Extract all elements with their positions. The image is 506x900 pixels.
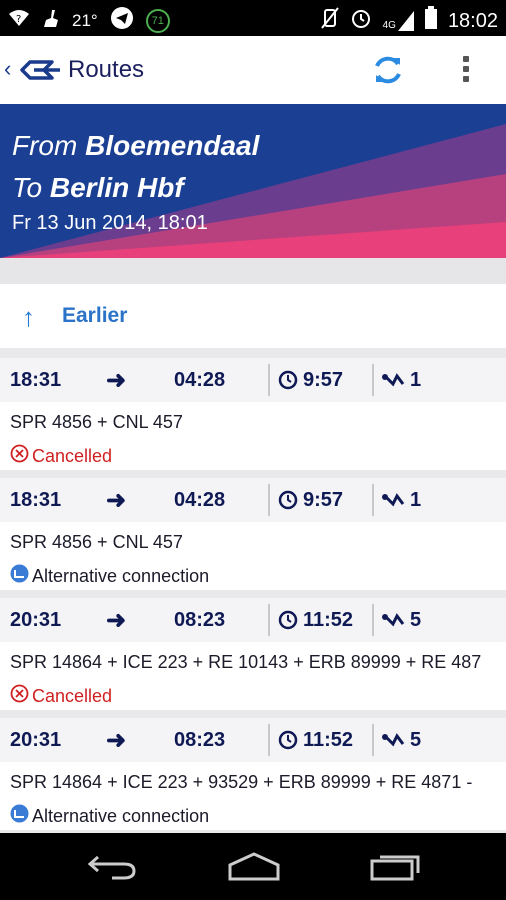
arrow-up-icon: ↑	[22, 302, 35, 332]
to-prefix: To	[12, 172, 50, 203]
page-title: Routes	[68, 56, 145, 83]
route-header: From Bloemendaal To Berlin Hbf Fr 13 Jun…	[0, 104, 506, 258]
earlier-label: Earlier	[62, 304, 128, 327]
from-station: Bloemendaal	[85, 130, 260, 161]
from-line: From Bloemendaal	[12, 130, 259, 162]
clock-icon	[278, 490, 298, 515]
cleaning-icon	[42, 8, 60, 33]
to-station: Berlin Hbf	[49, 172, 184, 203]
status-text: Cancelled	[32, 445, 113, 466]
arrow-right-icon: ➜	[106, 487, 127, 514]
network-label: 4G	[382, 20, 396, 31]
divider	[268, 724, 270, 756]
alarm-icon	[349, 6, 373, 36]
wifi-question-icon: ?	[8, 8, 30, 33]
arrival-time: 08:23	[174, 729, 226, 751]
changes-count: 5	[410, 609, 422, 631]
battery-icon	[424, 6, 438, 36]
home-icon[interactable]	[226, 851, 282, 886]
clock-icon	[278, 370, 298, 395]
route-card[interactable]: 20:31 ➜ 08:23 11:52 5 SPR 14864 + ICE 22…	[0, 598, 506, 710]
recent-apps-icon[interactable]	[370, 851, 422, 886]
arrival-time: 04:28	[174, 369, 226, 391]
changes-count: 5	[410, 729, 422, 751]
refresh-icon[interactable]	[370, 52, 406, 93]
earlier-button[interactable]: ↑ Earlier	[0, 284, 506, 348]
route-card[interactable]: 20:31 ➜ 08:23 11:52 5 SPR 14864 + ICE 22…	[0, 718, 506, 830]
alternative-icon	[10, 804, 29, 828]
svg-text:?: ?	[16, 14, 21, 25]
arrival-time: 04:28	[174, 489, 226, 511]
alternative-icon	[10, 564, 29, 588]
route-status: Cancelled	[10, 444, 112, 468]
arrow-right-icon: ➜	[106, 727, 127, 754]
divider	[268, 604, 270, 636]
temperature-text: 21°	[72, 10, 98, 30]
status-text: Alternative connection	[32, 565, 210, 586]
transfer-icon	[381, 612, 405, 633]
changes-count: 1	[410, 369, 422, 391]
divider	[268, 364, 270, 396]
train-list: SPR 4856 + CNL 457	[10, 532, 183, 552]
departure-time: 20:31	[10, 729, 62, 751]
divider	[0, 258, 506, 284]
train-list: SPR 4856 + CNL 457	[10, 412, 183, 432]
train-list: SPR 14864 + ICE 223 + RE 10143 + ERB 899…	[10, 652, 482, 672]
cancelled-icon	[10, 444, 29, 468]
battery-badge-icon: 71	[145, 8, 170, 33]
route-status: Cancelled	[10, 684, 112, 708]
clock-icon	[278, 730, 298, 755]
duration: 9:57	[303, 489, 344, 511]
divider	[372, 364, 374, 396]
divider	[268, 484, 270, 516]
arrow-right-icon: ➜	[106, 607, 127, 634]
travel-datetime: Fr 13 Jun 2014, 18:01	[12, 212, 208, 234]
status-text: Cancelled	[32, 685, 113, 706]
route-card[interactable]: 18:31 ➜ 04:28 9:57 1 SPR 4856 + CNL 457 …	[0, 478, 506, 590]
duration: 11:52	[303, 609, 354, 631]
arrival-time: 08:23	[174, 609, 226, 631]
navigation-bar	[0, 833, 506, 900]
route-summary: 18:31 ➜ 04:28 9:57 1	[0, 478, 506, 522]
arrow-right-icon: ➜	[106, 367, 127, 394]
departure-time: 20:31	[10, 609, 62, 631]
changes-count: 1	[410, 489, 422, 511]
back-icon[interactable]	[86, 851, 138, 886]
to-line: To Berlin Hbf	[12, 172, 184, 204]
clock-icon	[278, 610, 298, 635]
duration: 11:52	[303, 729, 354, 751]
divider	[372, 724, 374, 756]
telegram-icon	[110, 6, 134, 35]
departure-time: 18:31	[10, 369, 62, 391]
cancelled-icon	[10, 684, 29, 708]
route-card[interactable]: 18:31 ➜ 04:28 9:57 1 SPR 4856 + CNL 457 …	[0, 358, 506, 470]
app-bar: ‹ Routes	[0, 36, 506, 104]
ns-logo-icon[interactable]	[20, 58, 62, 87]
duration: 9:57	[303, 369, 344, 391]
clock-time: 18:02	[447, 9, 498, 32]
overflow-menu-icon[interactable]	[456, 54, 476, 88]
route-summary: 18:31 ➜ 04:28 9:57 1	[0, 358, 506, 402]
transfer-icon	[381, 492, 405, 513]
route-summary: 20:31 ➜ 08:23 11:52 5	[0, 598, 506, 642]
transfer-icon	[381, 732, 405, 753]
divider	[372, 484, 374, 516]
route-status: Alternative connection	[10, 564, 209, 588]
train-list: SPR 14864 + ICE 223 + 93529 + ERB 89999 …	[10, 772, 473, 792]
back-chevron-icon[interactable]: ‹	[4, 56, 11, 82]
status-bar: ? 21° 71 4G 18:02	[0, 0, 506, 36]
network-4g-icon: 4G	[383, 11, 414, 31]
departure-time: 18:31	[10, 489, 62, 511]
route-summary: 20:31 ➜ 08:23 11:52 5	[0, 718, 506, 762]
transfer-icon	[381, 372, 405, 393]
status-text: Alternative connection	[32, 805, 210, 826]
mute-icon	[320, 7, 339, 35]
divider	[372, 604, 374, 636]
from-prefix: From	[12, 130, 86, 161]
route-status: Alternative connection	[10, 804, 209, 828]
